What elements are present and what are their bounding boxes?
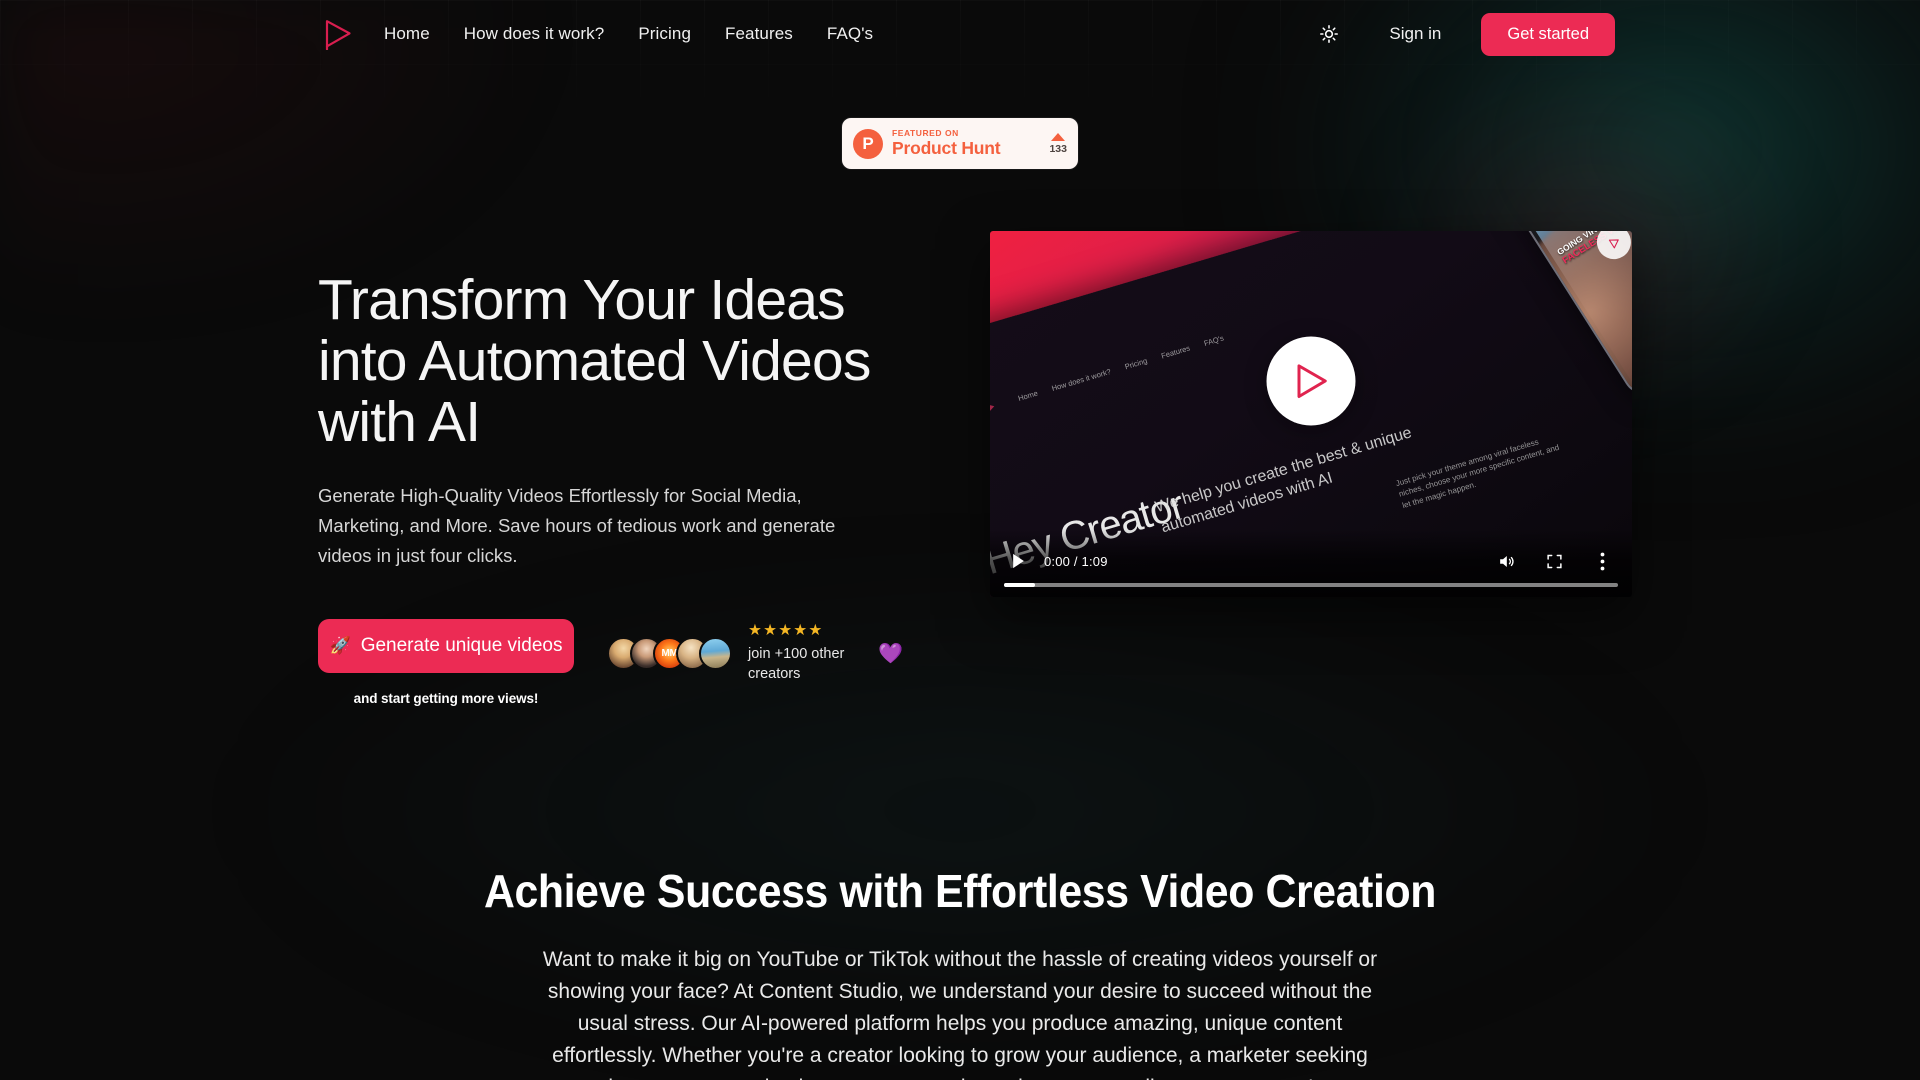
video-controls-row: 0:00 / 1:09: [1004, 544, 1618, 578]
avatar-group: MM: [607, 637, 732, 671]
sign-in-link[interactable]: Sign in: [1389, 24, 1441, 44]
product-hunt-text: FEATURED ON Product Hunt: [892, 127, 1043, 159]
generate-unique-videos-button[interactable]: 🚀 Generate unique videos: [318, 618, 574, 673]
play-circle-icon[interactable]: [1266, 336, 1356, 426]
avatar: [699, 637, 732, 671]
nav-link-how-does-it-work[interactable]: How does it work?: [464, 24, 605, 44]
sun-icon[interactable]: [1309, 14, 1349, 54]
video-thumbnail-nav-item: Home: [1017, 388, 1040, 404]
hero-cta-row: 🚀 Generate unique videos and start getti…: [318, 618, 928, 706]
main-navbar: Home How does it work? Pricing Features …: [0, 0, 1920, 68]
product-hunt-featured-label: FEATURED ON: [892, 127, 959, 138]
star-rating-icon: ★★★★★: [748, 621, 824, 639]
video-thumbnail-nav-item: Features: [1160, 343, 1192, 361]
achieve-success-section: Achieve Success with Effortless Video Cr…: [0, 864, 1920, 1080]
nav-link-home[interactable]: Home: [384, 24, 430, 44]
hero-left-column: Transform Your Ideas into Automated Vide…: [318, 231, 928, 706]
play-icon[interactable]: [1004, 547, 1032, 575]
nav-link-features[interactable]: Features: [725, 24, 793, 44]
volume-icon[interactable]: [1492, 547, 1520, 575]
video-time-display: 0:00 / 1:09: [1044, 553, 1108, 569]
cta-note: and start getting more views!: [353, 690, 539, 706]
hero-right-column: Home How does it work? Pricing Features …: [990, 231, 1632, 597]
section-paragraph: Want to make it big on YouTube or TikTok…: [542, 948, 1378, 1080]
nav-link-faqs[interactable]: FAQ's: [827, 24, 873, 44]
product-hunt-badge-wrapper: P FEATURED ON Product Hunt 133: [0, 118, 1920, 169]
upvote-arrow-icon: [1051, 132, 1066, 141]
get-started-button[interactable]: Get started: [1481, 12, 1615, 56]
product-hunt-badge[interactable]: P FEATURED ON Product Hunt 133: [842, 118, 1078, 169]
generate-button-label: Generate unique videos: [360, 634, 563, 656]
nav-links: Home How does it work? Pricing Features …: [384, 24, 873, 44]
hero-video-player[interactable]: Home How does it work? Pricing Features …: [990, 231, 1632, 597]
product-hunt-logo-icon: P: [853, 128, 883, 159]
video-thumbnail-nav-item: Pricing: [1124, 356, 1149, 372]
video-progress-fill: [1004, 583, 1035, 587]
video-thumbnail-nav-item: FAQ's: [1203, 333, 1226, 349]
nav-link-pricing[interactable]: Pricing: [638, 24, 691, 44]
video-controls-right: [1492, 547, 1616, 575]
landing-page: Home How does it work? Pricing Features …: [0, 0, 1920, 1080]
hero-title: Transform Your Ideas into Automated Vide…: [318, 268, 871, 454]
product-hunt-name: Product Hunt: [892, 138, 1001, 159]
video-controls-bar: 0:00 / 1:09: [990, 529, 1632, 597]
product-hunt-vote-count: 133: [1049, 142, 1067, 155]
section-title: Achieve Success with Effortless Video Cr…: [483, 864, 1437, 917]
product-hunt-logo-letter: P: [862, 134, 874, 153]
play-triangle-logo-icon[interactable]: [318, 14, 358, 54]
navbar-actions: Sign in Get started: [1309, 12, 1615, 56]
product-hunt-votes: 133: [1049, 132, 1067, 155]
video-thumbnail-phone-mockup: GOING VIRAL WITH FACELESS VIDEOS: [1495, 231, 1632, 404]
social-proof: MM ★★★★★ join +100 other creators 💜: [607, 623, 903, 685]
video-thumbnail-paragraph: Just pick your theme among viral faceles…: [1394, 437, 1561, 511]
video-thumbnail-logo-icon: [990, 400, 997, 415]
kebab-menu-icon[interactable]: [1588, 547, 1616, 575]
purple-heart-icon: 💜: [878, 643, 903, 666]
video-thumbnail-subline: We help you create the best & unique aut…: [1153, 424, 1414, 537]
hero-section: Transform Your Ideas into Automated Vide…: [0, 231, 1920, 706]
video-progress-bar[interactable]: [1004, 583, 1618, 587]
hero-cta-column: 🚀 Generate unique videos and start getti…: [318, 618, 574, 706]
rocket-icon: 🚀: [329, 636, 351, 656]
video-thumbnail-nav-item: How does it work?: [1050, 367, 1113, 394]
hero-subtitle: Generate High-Quality Videos Effortlessl…: [318, 484, 836, 566]
fullscreen-icon[interactable]: [1540, 547, 1568, 575]
social-proof-text: ★★★★★ join +100 other creators: [748, 623, 860, 685]
video-thumbnail-nav: Home How does it work? Pricing Features …: [990, 332, 1226, 415]
social-proof-label: join +100 other creators: [748, 646, 845, 683]
